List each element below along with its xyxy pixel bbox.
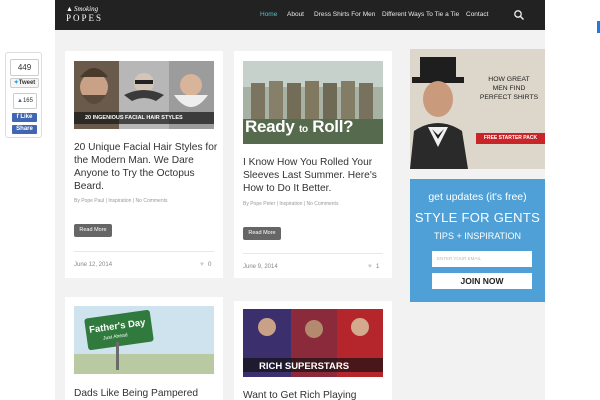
card-divider (243, 253, 383, 254)
nav-item-about[interactable]: About (287, 11, 304, 18)
tweet-label: Tweet (18, 80, 36, 86)
like-counter[interactable]: ♥ 0 (200, 261, 211, 268)
post-meta: By Pope Peter | Inspiration | No Comment… (243, 201, 339, 207)
post-card: Ready to Roll? I Know How You Rolled You… (234, 51, 392, 278)
ad-headline: HOW GREAT MEN FIND PERFECT SHIRTS (476, 75, 542, 102)
post-card: Father's Day Just Ahead Dads Like Being … (65, 297, 223, 400)
email-field[interactable]: ENTER YOUR EMAIL (432, 251, 532, 267)
like-count: 0 (207, 261, 212, 268)
post-author[interactable]: By Pope Peter (243, 201, 275, 207)
post-card: RICH SUPERSTARS Want to Get Rich Playing (234, 301, 392, 400)
gentleman-illustration (410, 49, 545, 169)
post-title[interactable]: Dads Like Being Pampered (74, 387, 219, 400)
post-card: 20 INGENIOUS FACIAL HAIR STYLES 20 Uniqu… (65, 51, 223, 278)
thumbnail-caption: 20 INGENIOUS FACIAL HAIR STYLES (85, 115, 183, 121)
free-starter-pack-button[interactable]: FREE STARTER PACK (476, 133, 545, 144)
post-title[interactable]: I Know How You Rolled Your Sleeves Last … (243, 156, 388, 195)
ad-headline-2: MEN FIND (492, 85, 526, 92)
post-date: June 12, 2014 (74, 262, 113, 268)
post-meta: By Pope Paul | Inspiration | No Comments (74, 198, 168, 204)
post-category[interactable]: Inspiration (108, 198, 131, 204)
site-logo[interactable]: ▲ Smoking POPES (66, 6, 103, 23)
like-count: 1 (375, 263, 380, 270)
thumbnail-caption: Ready to Roll? (245, 117, 354, 137)
top-navigation: ▲ Smoking POPES Home About Dress Shirts … (55, 0, 545, 30)
caption-to: to (298, 124, 308, 135)
post-comments[interactable]: No Comments (306, 201, 338, 207)
newsletter-heading: get updates (it's free) (428, 191, 527, 203)
read-more-button[interactable]: Read More (74, 224, 112, 237)
newsletter-signup: get updates (it's free) STYLE FOR GENTS … (410, 179, 545, 302)
join-now-button[interactable]: JOIN NOW (432, 273, 532, 289)
logo-line-2: POPES (66, 13, 104, 23)
ad-headline-1: HOW GREAT (488, 76, 530, 83)
post-title[interactable]: Want to Get Rich Playing (243, 389, 388, 400)
caption-roll: Roll? (312, 117, 354, 136)
nav-item-tie-ways[interactable]: Different Ways To Tie a Tie (382, 11, 459, 18)
hat-icon: ▲ (66, 6, 73, 13)
search-icon[interactable] (513, 9, 525, 21)
share-count: 449 (10, 59, 39, 76)
heart-icon: ♥ (200, 261, 204, 268)
post-comments[interactable]: No Comments (136, 198, 168, 204)
ad-headline-3: PERFECT SHIRTS (479, 94, 539, 101)
facebook-count-value: 165 (22, 98, 33, 104)
newsletter-subtitle: TIPS + INSPIRATION (433, 231, 522, 241)
caption-ready: Ready (245, 117, 295, 136)
nav-item-contact[interactable]: Contact (466, 11, 488, 18)
post-category[interactable]: Inspiration (279, 201, 302, 207)
read-more-button[interactable]: Read More (243, 227, 281, 240)
newsletter-title: STYLE FOR GENTS (414, 210, 541, 225)
facebook-like-count: ▲165 (13, 93, 37, 109)
nav-item-home[interactable]: Home (260, 11, 277, 18)
facebook-like-button[interactable]: f Like (12, 113, 37, 122)
facebook-share-button[interactable]: Share (12, 125, 37, 134)
facebook-f-icon: f (16, 114, 19, 120)
like-counter[interactable]: ♥ 1 (368, 263, 379, 270)
post-author[interactable]: By Pope Paul (74, 198, 104, 204)
heart-icon: ♥ (368, 263, 372, 270)
like-label: Like (20, 114, 33, 120)
thumbnail-caption: RICH SUPERSTARS (259, 361, 350, 372)
nav-item-dress-shirts[interactable]: Dress Shirts For Men (314, 11, 375, 18)
tweet-button[interactable]: ✦Tweet (10, 78, 39, 88)
shirt-ad-banner[interactable]: HOW GREAT MEN FIND PERFECT SHIRTS FREE S… (410, 49, 545, 169)
post-title[interactable]: 20 Unique Facial Hair Styles for the Mod… (74, 141, 219, 193)
share-widget: 449 ✦Tweet ▲165 f Like Share (5, 52, 42, 138)
post-date: June 9, 2014 (243, 264, 278, 270)
card-divider (74, 251, 214, 252)
